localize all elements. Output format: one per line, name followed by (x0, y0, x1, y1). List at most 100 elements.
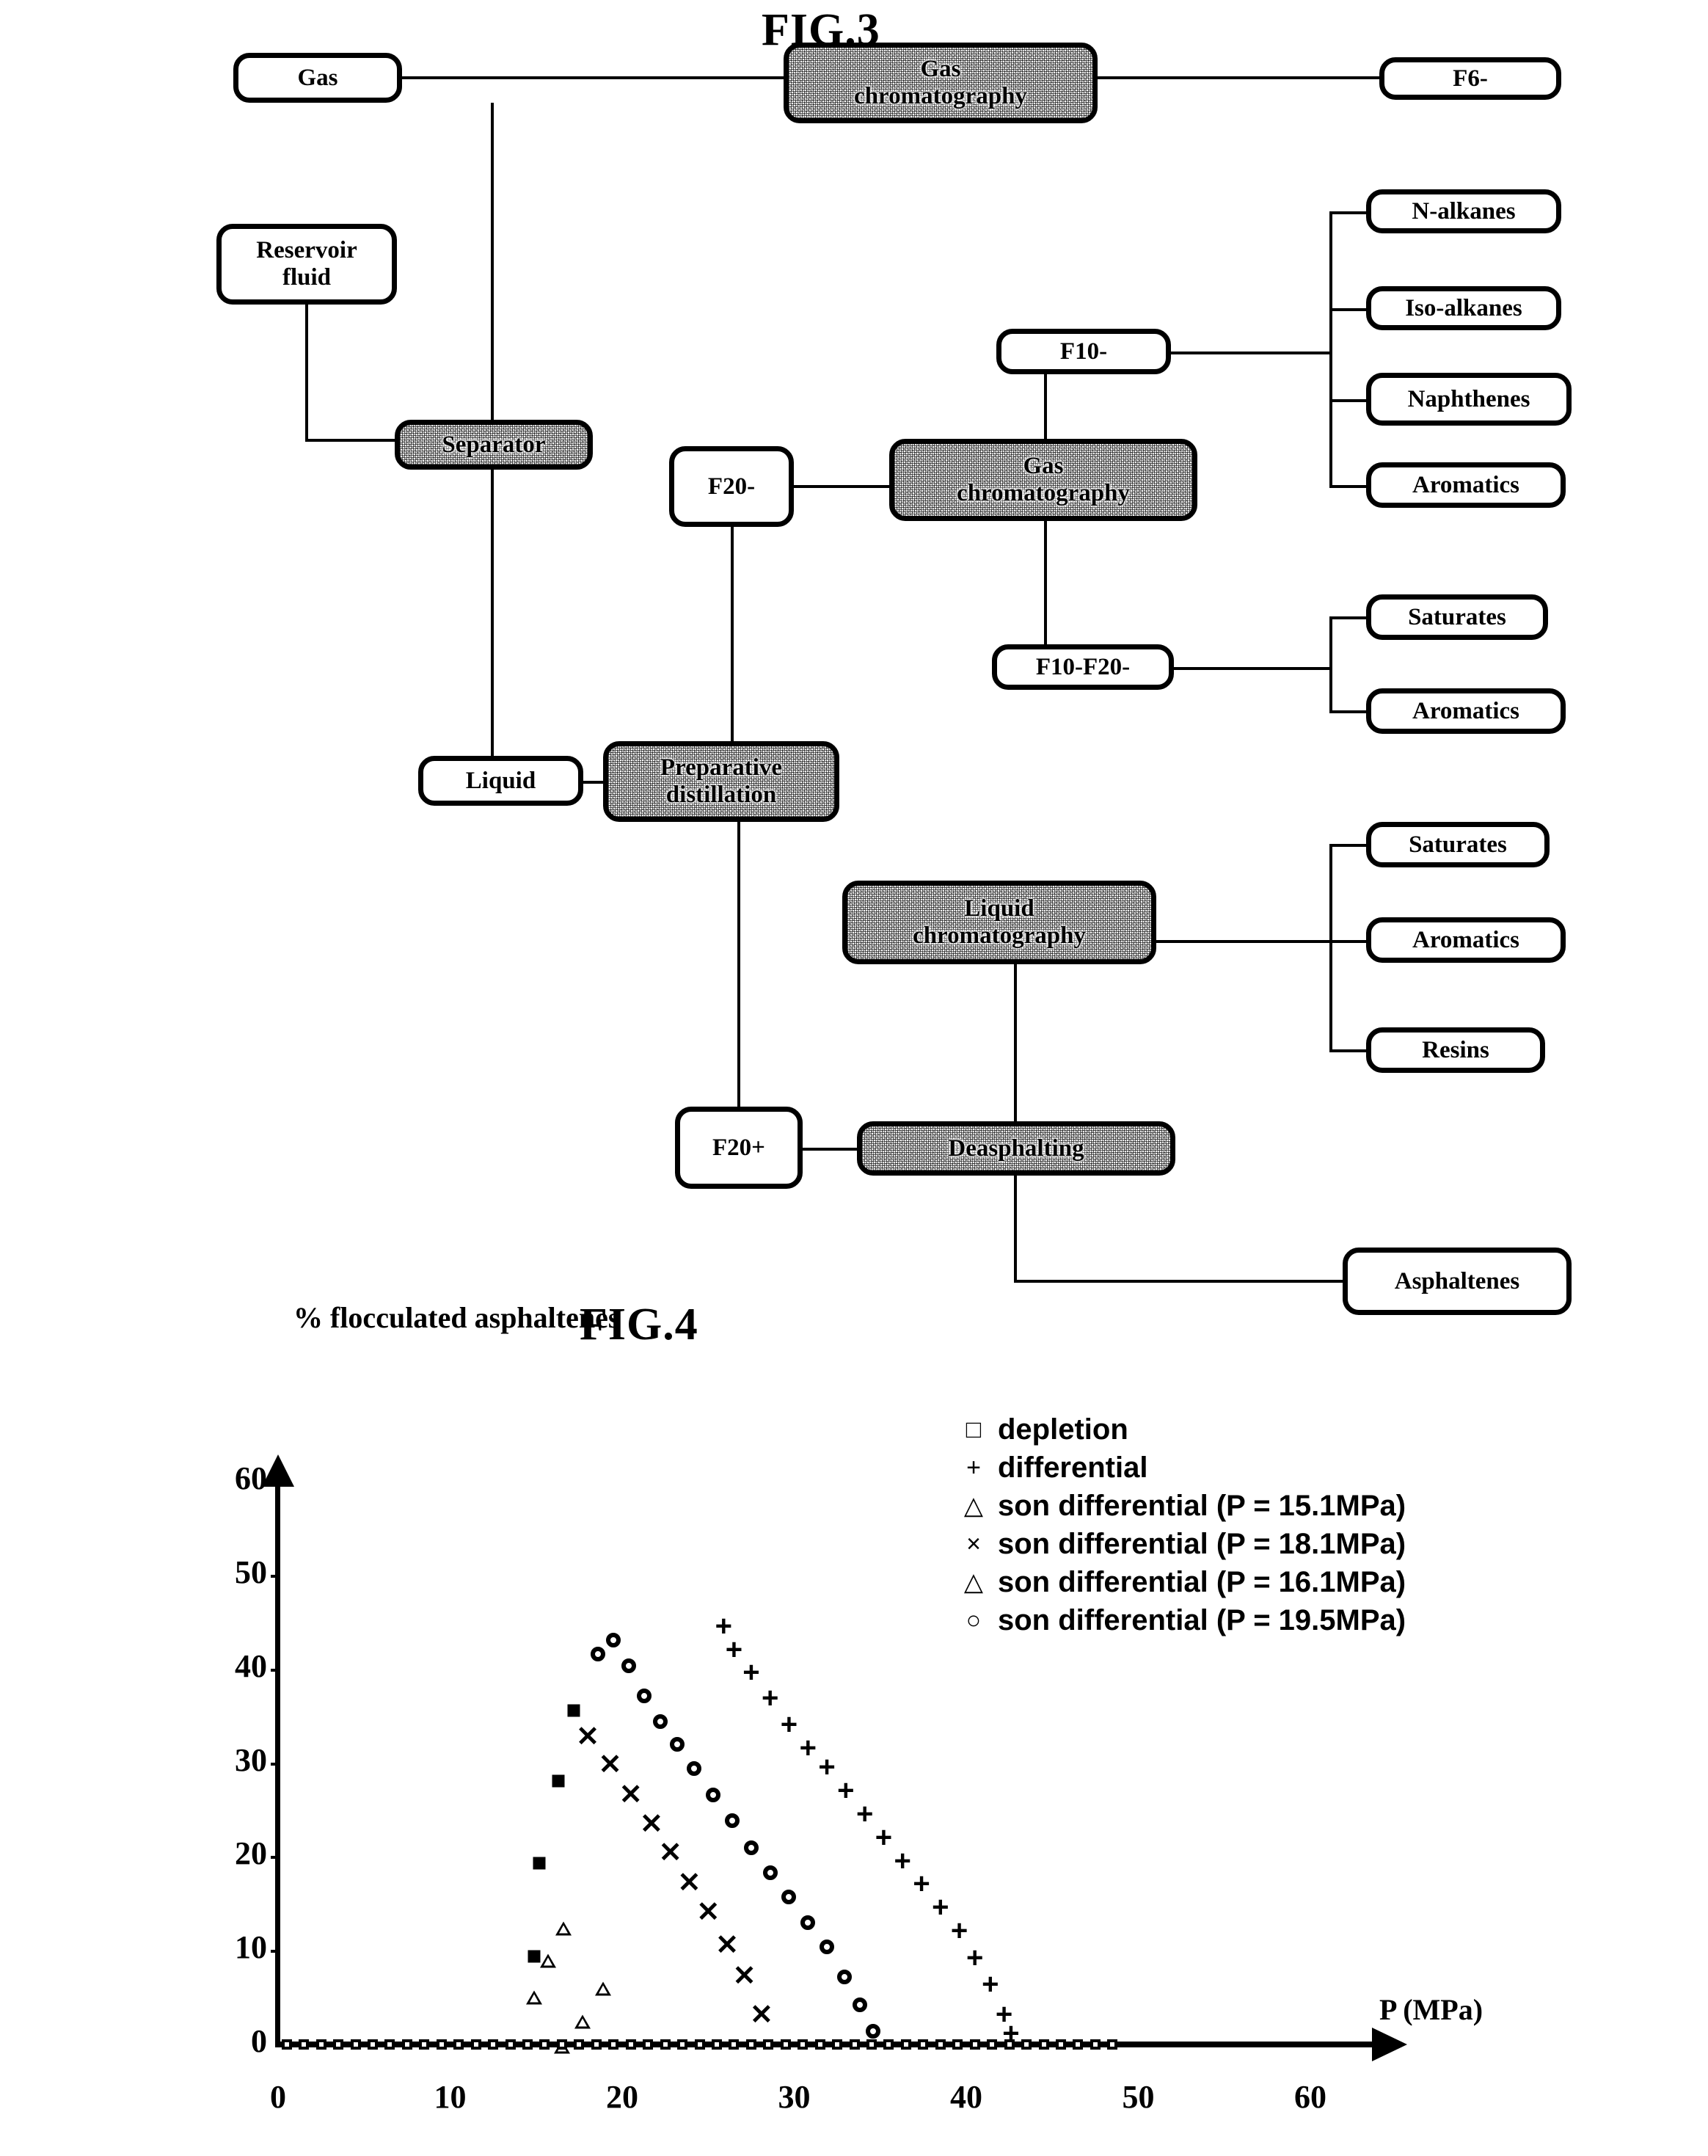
fig4-point-triangle (540, 1953, 557, 1968)
fig3-node-aromatics2: Aromatics (1366, 688, 1566, 734)
fig4-point-plus: + (932, 1891, 949, 1924)
fig4-point-base-square (660, 2039, 671, 2050)
fig3-node-label: Liquid chromatography (913, 895, 1086, 949)
fig4-point-circle (591, 1647, 606, 1662)
fig3-node-label: Aromatics (1412, 926, 1520, 953)
fig4-point-base-square (574, 2039, 585, 2050)
fig3-node-label: Separator (442, 431, 546, 458)
fig4-legend-marker-icon: ○ (966, 1606, 982, 1634)
fig4-legend-marker-icon: □ (966, 1415, 982, 1443)
fig4-point-plus: + (725, 1633, 743, 1666)
fig4-point-triangle (555, 1921, 572, 1936)
fig4-x-tick: 50 (1122, 2079, 1155, 2115)
fig4-y-tick-mark (271, 1668, 280, 1672)
fig3-node-deasph: Deasphalting (857, 1121, 1175, 1176)
fig3-node-naphthenes: Naphthenes (1366, 373, 1572, 426)
fig4-point-x: ✕ (618, 1780, 643, 1811)
fig4-legend-marker-icon: △ (963, 1568, 984, 1596)
connector-reservoir-sep (305, 439, 396, 442)
fig3-node-gc1: Gas chromatography (784, 43, 1098, 123)
fig4-point-circle (762, 1865, 778, 1881)
connector-f20m-prep (731, 527, 734, 754)
fig4-point-square (567, 1704, 580, 1717)
fig4-y-tick-mark (271, 1481, 280, 1485)
fig4-x-tick: 40 (950, 2079, 982, 2115)
fig4-point-base-square (1004, 2039, 1015, 2050)
fig4-point-circle (836, 1969, 852, 1984)
connector-alkane-spine (1329, 211, 1332, 487)
fig3-node-liquid: Liquid (418, 756, 583, 806)
fig4-point-base-square (866, 2039, 877, 2050)
fig4-point-triangle (595, 1981, 612, 1996)
fig4-point-base-square (1090, 2039, 1101, 2050)
fig3-node-f10: F10- (996, 329, 1171, 374)
fig4-y-tick: 40 (235, 1647, 267, 1684)
fig4-legend-row: ○ son differential (P = 19.5MPa) (961, 1601, 1406, 1639)
connector-deasph-down (1014, 1174, 1017, 1280)
fig4-point-circle (606, 1633, 621, 1648)
fig4-legend-row: × son differential (P = 18.1MPa) (961, 1525, 1406, 1563)
fig4-y-tick: 30 (235, 1741, 267, 1778)
fig3-node-label: Aromatics (1412, 697, 1520, 724)
fig4-point-base-square (281, 2039, 292, 2050)
fig4-point-plus: + (837, 1774, 855, 1807)
fig4-point-circle (743, 1840, 759, 1855)
fig3-node-label: Liquid (465, 767, 536, 794)
fig4-point-circle (800, 1915, 816, 1930)
fig4-y-axis-label: % flocculated asphaltenes (293, 1301, 620, 1334)
fig3-node-separator: Separator (395, 420, 593, 470)
fig4-point-base-square (556, 2039, 567, 2050)
fig3-node-label: F10- (1059, 338, 1108, 365)
fig3-node-f20m: F20- (669, 446, 794, 527)
fig3-node-label: Gas chromatography (957, 453, 1130, 506)
connector-lc-branch (1155, 940, 1331, 943)
fig4-y-tick: 0 (251, 2023, 267, 2059)
connector-f10-branch (1169, 352, 1329, 354)
fig4-point-base-square (436, 2039, 447, 2050)
fig4-point-base-square (367, 2039, 378, 2050)
fig4-point-base-square (539, 2039, 550, 2050)
fig4-point-base-square (987, 2039, 998, 2050)
fig4-point-x: ✕ (732, 1960, 756, 1992)
fig4-point-plus: + (761, 1682, 779, 1715)
fig4-point-square (533, 1857, 546, 1870)
connector-f20p-deasph (803, 1148, 860, 1151)
fig4-point-circle (866, 2024, 881, 2039)
fig3-node-label: Reservoir fluid (256, 237, 357, 291)
fig4-point-base-square (1107, 2039, 1118, 2050)
fig4-point-plus: + (818, 1750, 836, 1783)
fig4-point-square (528, 1950, 541, 1963)
fig3-node-label: Gas chromatography (854, 56, 1027, 109)
fig4-point-circle (652, 1714, 668, 1730)
fig4-point-base-square (900, 2039, 911, 2050)
fig4-point-x: ✕ (696, 1896, 720, 1928)
connector-lc-deasph (1014, 963, 1017, 1124)
fig3-node-lc: Liquid chromatography (842, 881, 1156, 964)
fig4-point-plus: + (799, 1732, 817, 1765)
fig4-point-circle (621, 1658, 637, 1673)
fig4-point-base-square (384, 2039, 395, 2050)
fig4-legend-row: + differential (961, 1449, 1406, 1487)
fig4-point-square (552, 1774, 565, 1788)
fig4-y-tick: 50 (235, 1554, 267, 1590)
fig3-node-isoalkanes: Iso-alkanes (1366, 286, 1561, 330)
fig4-point-base-square (849, 2039, 860, 2050)
fig4-point-x: ✕ (658, 1838, 682, 1869)
fig4-y-tick: 10 (235, 1929, 267, 1966)
fig4-x-tick: 30 (778, 2079, 811, 2115)
fig3-node-label: Saturates (1408, 603, 1506, 630)
fig4-point-circle (852, 1997, 867, 2013)
fig3-node-label: F6- (1453, 65, 1488, 92)
fig4-point-base-square (453, 2039, 464, 2050)
fig3-node-label: Saturates (1409, 831, 1507, 858)
fig4-point-base-square (591, 2039, 602, 2050)
fig4-x-tick: 60 (1294, 2079, 1326, 2115)
fig4-point-base-square (299, 2039, 310, 2050)
fig3-node-label: N-alkanes (1412, 197, 1516, 225)
connector-gc1-f6 (1096, 76, 1381, 79)
fig4-point-base-square (470, 2039, 481, 2050)
fig4-point-plus: + (875, 1821, 893, 1854)
fig4-point-base-square (488, 2039, 499, 2050)
connector-gc2-f10f20 (1044, 521, 1047, 646)
fig3-node-label: F20- (707, 473, 756, 500)
